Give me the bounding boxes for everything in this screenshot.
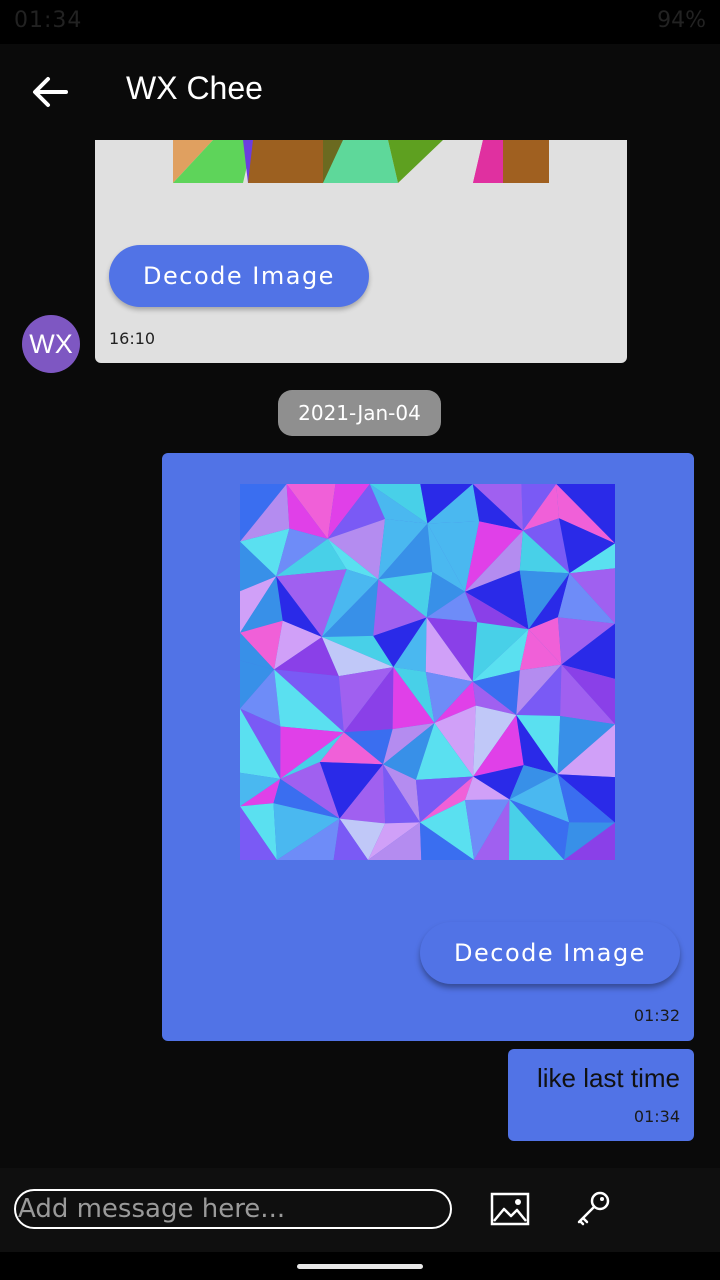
status-bar: 01:34 94% bbox=[0, 0, 720, 44]
attach-image-button[interactable] bbox=[490, 1192, 530, 1226]
message-time: 01:34 bbox=[633, 1107, 680, 1126]
app-bar: WX Chee bbox=[0, 44, 720, 140]
composer-bar bbox=[0, 1168, 720, 1252]
message-time: 01:32 bbox=[633, 1006, 680, 1025]
message-input[interactable] bbox=[14, 1189, 452, 1229]
avatar[interactable]: WX bbox=[22, 315, 80, 373]
date-separator: 2021-Jan-04 bbox=[278, 390, 441, 436]
arrow-left-icon bbox=[33, 77, 68, 107]
image-icon bbox=[490, 1192, 530, 1226]
sent-image-message-bubble: Decode Image 01:32 bbox=[162, 453, 694, 1041]
received-message-bubble: Decode Image 16:10 bbox=[95, 140, 627, 363]
sent-text-message-bubble: like last time 01:34 bbox=[508, 1049, 694, 1141]
message-text: like last time bbox=[536, 1063, 680, 1093]
received-image-graphic bbox=[173, 140, 549, 183]
decode-image-button[interactable]: Decode Image bbox=[109, 245, 369, 307]
navigation-bar bbox=[0, 1252, 720, 1280]
encrypt-key-button[interactable] bbox=[574, 1188, 614, 1228]
back-button[interactable] bbox=[30, 74, 70, 110]
home-gesture-handle[interactable] bbox=[297, 1264, 423, 1269]
message-time: 16:10 bbox=[109, 329, 156, 348]
key-icon bbox=[577, 1191, 610, 1226]
status-battery: 94% bbox=[657, 8, 706, 33]
received-image[interactable] bbox=[173, 140, 549, 183]
decode-image-button[interactable]: Decode Image bbox=[420, 922, 680, 984]
sent-image[interactable] bbox=[240, 484, 615, 860]
status-time: 01:34 bbox=[14, 8, 83, 33]
sent-image-graphic bbox=[240, 484, 615, 860]
chat-title: WX Chee bbox=[126, 70, 263, 106]
